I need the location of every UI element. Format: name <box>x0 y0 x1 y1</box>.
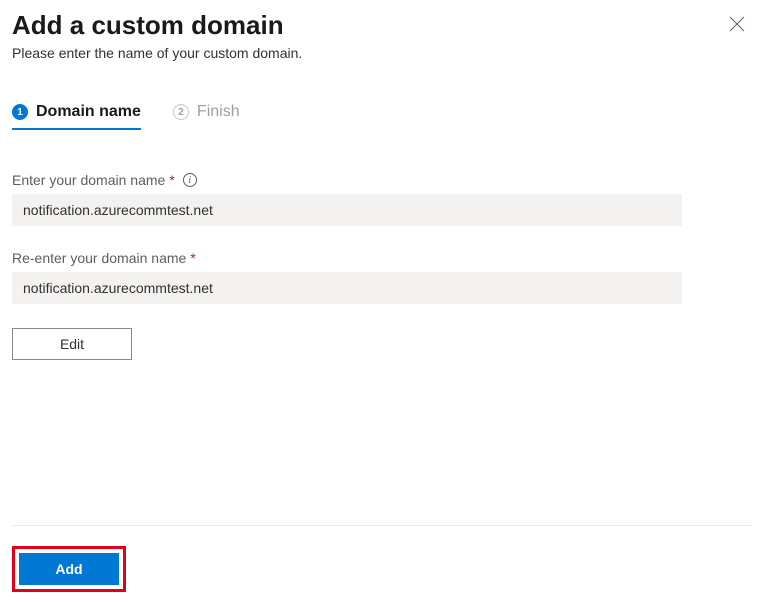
required-asterisk: * <box>190 250 195 266</box>
domain-name-input[interactable] <box>12 194 682 226</box>
step-1-badge: 1 <box>12 104 28 120</box>
edit-button[interactable]: Edit <box>12 328 132 360</box>
step-1-label: Domain name <box>36 103 141 121</box>
step-domain-name[interactable]: 1 Domain name <box>12 103 141 129</box>
step-finish: 2 Finish <box>173 103 240 129</box>
confirm-domain-label: Re-enter your domain name * <box>12 250 682 266</box>
highlight-annotation: Add <box>12 546 126 592</box>
domain-name-label: Enter your domain name * i <box>12 172 682 188</box>
required-asterisk: * <box>169 172 174 188</box>
step-2-label: Finish <box>197 103 240 121</box>
panel-title: Add a custom domain <box>12 10 723 41</box>
add-button[interactable]: Add <box>19 553 119 585</box>
wizard-stepper: 1 Domain name 2 Finish <box>12 103 751 130</box>
close-button[interactable] <box>723 10 751 38</box>
info-icon[interactable]: i <box>183 173 197 187</box>
step-2-badge: 2 <box>173 104 189 120</box>
panel-subtitle: Please enter the name of your custom dom… <box>12 45 723 61</box>
confirm-domain-input[interactable] <box>12 272 682 304</box>
